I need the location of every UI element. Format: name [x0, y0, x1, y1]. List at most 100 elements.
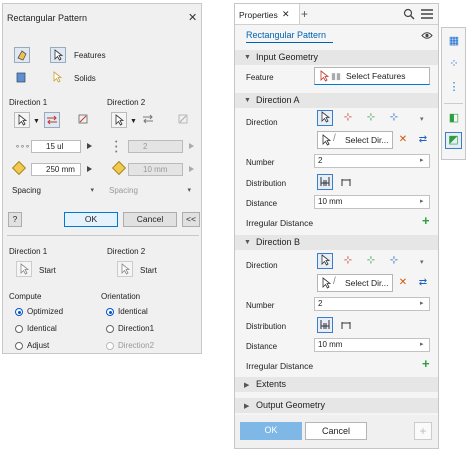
start-direction2-title: Direction 2	[107, 247, 146, 256]
menu-icon[interactable]	[421, 9, 433, 21]
midplane-icon[interactable]	[76, 112, 92, 128]
select-direction-icon[interactable]	[317, 253, 333, 269]
distribution-spacing-icon[interactable]	[338, 174, 354, 190]
direction2-path-button[interactable]	[111, 112, 127, 128]
x-axis-icon[interactable]: ⊹	[340, 253, 356, 269]
start2-select-button[interactable]	[117, 261, 133, 277]
y-axis-icon[interactable]: ⊹	[363, 110, 379, 126]
compute-identical-label: Identical	[27, 324, 57, 333]
select-features-button[interactable]: ▮▮ Select Features	[314, 67, 430, 85]
direction-b-section[interactable]: ▼ Direction B	[235, 235, 438, 250]
tab-properties[interactable]: Properties	[235, 4, 300, 24]
solids-select-button[interactable]	[50, 70, 66, 86]
chevron-down-icon[interactable]: ▾	[420, 115, 424, 123]
panel-ok-button[interactable]: OK	[240, 422, 302, 440]
direction1-count-field[interactable]: 15 ul	[31, 140, 81, 153]
direction2-spacing-field[interactable]: 10 mm	[128, 163, 183, 176]
pattern-solid-icon[interactable]	[14, 47, 30, 63]
distance-a-field[interactable]: 10 mm	[314, 195, 430, 209]
direction1-count-arrow-icon[interactable]	[87, 143, 92, 149]
chevron-down-icon[interactable]: ▾	[420, 258, 424, 266]
direction1-method-select[interactable]: Spacing ▾	[12, 185, 96, 197]
extents-section[interactable]: ▶ Extents	[235, 377, 438, 392]
direction-b-select-dir-button[interactable]: / Select Dir...	[317, 274, 393, 292]
close-icon[interactable]: ✕	[188, 11, 197, 24]
direction-a-section[interactable]: ▼ Direction A	[235, 93, 438, 108]
compute-adjust-radio[interactable]	[15, 342, 23, 350]
arrow-right-icon[interactable]: ▸	[420, 156, 424, 164]
select-direction-icon[interactable]	[317, 110, 333, 126]
distribution-extent-icon[interactable]	[317, 317, 333, 333]
midplane-icon[interactable]	[176, 112, 192, 128]
close-icon[interactable]: ✕	[282, 9, 290, 20]
chevron-down-icon[interactable]: ▼	[33, 118, 40, 125]
distribution-extent-icon[interactable]	[317, 174, 333, 190]
irregular-distance-a-label: Irregular Distance	[246, 218, 314, 228]
flip-direction-icon[interactable]	[44, 112, 60, 128]
compute-adjust-label: Adjust	[27, 341, 50, 350]
circular-pattern-icon[interactable]: ⁘	[446, 56, 462, 72]
direction1-path-button[interactable]	[14, 112, 30, 128]
direction2-spacing-arrow-icon[interactable]	[189, 166, 194, 172]
x-axis-icon[interactable]: ⊹	[340, 110, 356, 126]
distance-b-field[interactable]: 10 mm	[314, 338, 430, 352]
number-a-field[interactable]: 2	[314, 154, 430, 168]
chevron-down-icon[interactable]: ▼	[130, 118, 137, 125]
flip-icon[interactable]: ✕	[395, 132, 411, 148]
features-select-button[interactable]	[50, 47, 66, 63]
direction-a-select-dir-button[interactable]: / Select Dir...	[317, 131, 393, 149]
add-tab-icon[interactable]: +	[301, 7, 308, 21]
compute-identical-radio[interactable]	[15, 325, 23, 333]
arrow-right-icon[interactable]: ▸	[420, 197, 424, 205]
rectangular-pattern-icon[interactable]: ▦	[446, 33, 462, 49]
distribution-a-label: Distribution	[246, 179, 287, 188]
ok-button[interactable]: OK	[64, 212, 118, 227]
add-irregular-distance-a-icon[interactable]: +	[422, 213, 430, 228]
flip-icon[interactable]: ✕	[395, 275, 411, 291]
orientation-direction1-label: Direction1	[118, 324, 155, 333]
body-icon[interactable]	[14, 70, 30, 86]
number-b-field[interactable]: 2	[314, 297, 430, 311]
extents-title: Extents	[256, 379, 287, 389]
tab-properties-label: Properties	[239, 10, 278, 20]
eye-icon[interactable]	[421, 31, 433, 42]
direction-a-title: Direction A	[256, 95, 300, 105]
chevron-down-icon: ▾	[90, 187, 94, 194]
arrow-right-icon[interactable]: ▸	[420, 299, 424, 307]
side-toolbar: ▦ ⁘ ⋮ ◧ ◩	[441, 27, 466, 160]
arrow-right-icon[interactable]: ▸	[420, 340, 424, 348]
panel-add-button[interactable]: +	[414, 422, 432, 440]
compute-optimized-radio[interactable]	[15, 308, 23, 316]
y-axis-icon[interactable]: ⊹	[363, 253, 379, 269]
sketch-pattern-icon[interactable]: ⋮	[446, 79, 462, 95]
symmetric-icon[interactable]: ⇄	[415, 132, 431, 148]
add-irregular-distance-b-icon[interactable]: +	[422, 356, 430, 371]
direction2-count-field[interactable]: 2	[128, 140, 183, 153]
distribution-spacing-icon[interactable]	[338, 317, 354, 333]
feature-name-field[interactable]: Rectangular Pattern	[246, 30, 326, 40]
z-axis-icon[interactable]: ⊹	[386, 253, 402, 269]
mirror-icon[interactable]: ◧	[446, 110, 462, 126]
flip-direction-icon[interactable]	[141, 112, 157, 128]
direction1-spacing-field[interactable]: 250 mm	[31, 163, 81, 176]
direction2-count-arrow-icon[interactable]	[189, 143, 194, 149]
output-geometry-section[interactable]: ▶ Output Geometry	[235, 398, 438, 413]
direction1-title: Direction 1	[9, 98, 48, 107]
z-axis-icon[interactable]: ⊹	[386, 110, 402, 126]
direction2-method-value: Spacing	[109, 186, 138, 195]
pattern-active-icon[interactable]: ◩	[445, 132, 462, 149]
symmetric-icon[interactable]: ⇄	[415, 275, 431, 291]
collapse-button[interactable]: <<	[182, 212, 200, 227]
help-button[interactable]: ?	[8, 212, 22, 227]
search-icon[interactable]	[403, 8, 415, 22]
edge-icon: /	[333, 276, 336, 287]
input-geometry-section[interactable]: ▼ Input Geometry	[235, 50, 438, 65]
panel-cancel-button[interactable]: Cancel	[305, 422, 367, 440]
orientation-direction2-radio[interactable]	[106, 342, 114, 350]
orientation-direction1-radio[interactable]	[106, 325, 114, 333]
direction2-method-select[interactable]: Spacing ▾	[109, 185, 193, 197]
start1-select-button[interactable]	[16, 261, 32, 277]
cancel-button[interactable]: Cancel	[123, 212, 177, 227]
orientation-identical-radio[interactable]	[106, 308, 114, 316]
direction1-spacing-arrow-icon[interactable]	[87, 166, 92, 172]
